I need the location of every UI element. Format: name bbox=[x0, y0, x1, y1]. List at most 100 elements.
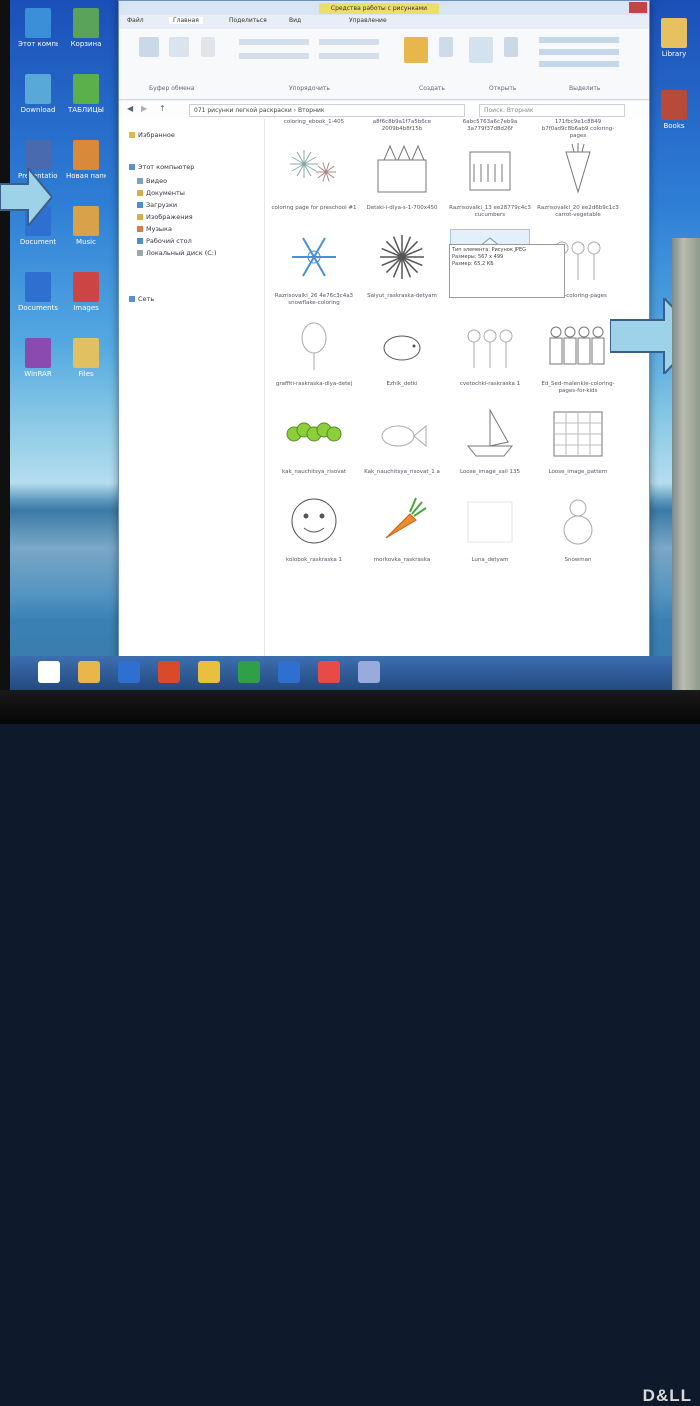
thumbnail-image bbox=[565, 143, 591, 194]
tab-home[interactable]: Главная bbox=[169, 17, 203, 24]
file-item[interactable]: 171fbc9e1c8849 b7f0ad9c8b6ab9 coloring-p… bbox=[535, 119, 621, 140]
file-item[interactable]: cvetochki-raskraska 1 bbox=[447, 317, 533, 388]
file-item[interactable]: Razrisovalki_20 ee2d6b9c1c3 carrot-veget… bbox=[535, 141, 621, 219]
taskbar-item[interactable] bbox=[318, 661, 340, 683]
desktop-icon[interactable]: Library bbox=[654, 18, 694, 70]
file-item[interactable]: Loose_image_sail 135 bbox=[447, 405, 533, 476]
taskbar-item[interactable] bbox=[78, 661, 100, 683]
select-none-button[interactable] bbox=[539, 49, 619, 55]
nav-item[interactable]: Загрузки bbox=[137, 201, 177, 209]
taskbar-item[interactable] bbox=[38, 661, 60, 683]
file-item[interactable]: a8f6c8b9a1f7a5b6ce 2009b4b8f15b bbox=[359, 119, 445, 133]
tab-manage[interactable]: Управление bbox=[349, 17, 387, 24]
back-icon[interactable]: ◀ bbox=[127, 104, 133, 113]
tab-file[interactable]: Файл bbox=[127, 17, 144, 24]
file-item[interactable]: coloring_ebook_1-405 bbox=[271, 119, 357, 126]
taskbar-item[interactable] bbox=[358, 661, 380, 683]
desktop-icon[interactable]: Новая папка bbox=[66, 140, 106, 192]
invert-selection-button[interactable] bbox=[539, 61, 619, 67]
thumbnail-image bbox=[549, 326, 605, 365]
copy-icon[interactable] bbox=[139, 37, 159, 57]
open-icon[interactable] bbox=[504, 37, 518, 57]
file-item[interactable]: Ezhik_detki bbox=[359, 317, 445, 388]
taskbar-item[interactable] bbox=[238, 661, 260, 683]
file-item[interactable]: Razrisovalki_13 ee28779c4c3 cucumbers bbox=[447, 141, 533, 219]
forward-icon[interactable]: ▶ bbox=[141, 104, 147, 113]
up-icon[interactable]: ↑ bbox=[159, 104, 166, 113]
desktop-icon[interactable]: Music bbox=[66, 206, 106, 258]
thumbnail-image bbox=[563, 499, 593, 545]
search-input[interactable]: Поиск: Вторник bbox=[479, 104, 625, 117]
nav-item[interactable]: Рабочий стол bbox=[137, 237, 192, 245]
nav-favorites[interactable]: Избранное bbox=[129, 131, 175, 139]
desktop-icon[interactable]: Documents bbox=[18, 272, 58, 324]
title-bar: Средства работы с рисунками bbox=[119, 1, 649, 15]
nav-item[interactable]: Документы bbox=[137, 189, 185, 197]
file-item[interactable]: Luna_detyam bbox=[447, 493, 533, 564]
desktop-icon-image bbox=[73, 206, 99, 236]
thumbnail-image bbox=[286, 422, 342, 442]
desktop-icon-image bbox=[73, 272, 99, 302]
tab-view[interactable]: Вид bbox=[289, 17, 301, 24]
desktop-icon[interactable]: Этот компьютер bbox=[18, 8, 58, 60]
paste-icon[interactable] bbox=[169, 37, 189, 57]
desktop-icon[interactable]: Корзина bbox=[66, 8, 106, 60]
nav-item[interactable]: Видео bbox=[137, 177, 167, 185]
address-input[interactable]: 071 рисунки легкой раскраски › Вторник bbox=[189, 104, 465, 117]
thumbnail-image bbox=[467, 501, 513, 543]
file-caption: kolobok_raskraska 1 bbox=[286, 557, 342, 563]
file-item[interactable]: 6abc5763a6c7eb9a 3a779f37d8d26f bbox=[447, 119, 533, 133]
file-list: coloring_ebook_1-405 a8f6c8b9a1f7a5b6ce 2… bbox=[265, 119, 649, 661]
file-item[interactable]: Detski-i-dlya-s-1-700x450 bbox=[359, 141, 445, 212]
desktop-icon[interactable]: WinRAR bbox=[18, 338, 58, 390]
taskbar-item[interactable] bbox=[278, 661, 300, 683]
group-organize: Упорядочить bbox=[289, 85, 330, 92]
file-item[interactable]: coloring page for preschool #1 bbox=[271, 141, 357, 212]
thumbnail-image bbox=[377, 144, 427, 193]
new-folder-icon[interactable] bbox=[404, 37, 428, 63]
desktop-icon-image bbox=[25, 74, 51, 104]
file-item[interactable]: morkovka_raskraska bbox=[359, 493, 445, 564]
move-button[interactable] bbox=[239, 39, 309, 45]
monitor-bezel-left bbox=[0, 0, 10, 724]
new-item-icon[interactable] bbox=[439, 37, 453, 57]
nav-network[interactable]: Сеть bbox=[129, 295, 154, 303]
desktop-icon[interactable]: Books bbox=[654, 90, 694, 142]
tab-share[interactable]: Поделиться bbox=[229, 17, 267, 24]
cut-icon[interactable] bbox=[201, 37, 215, 57]
file-item[interactable]: kak_nauchitsya_risovat bbox=[271, 405, 357, 476]
file-item[interactable]: Loose_image_pattern bbox=[535, 405, 621, 476]
delete-button[interactable] bbox=[319, 39, 379, 45]
thumbnail-image bbox=[291, 498, 337, 544]
desktop-icon[interactable]: Images bbox=[66, 272, 106, 324]
file-item[interactable]: graffiti-raskraska-dlya-detej bbox=[271, 317, 357, 388]
taskbar-item[interactable] bbox=[118, 661, 140, 683]
desktop-icon-label: Images bbox=[73, 304, 99, 312]
nav-this-pc[interactable]: Этот компьютер bbox=[129, 163, 194, 171]
file-tooltip: Тип элемента: Рисунок JPEG Размеры: 567 … bbox=[449, 244, 565, 298]
taskbar-item[interactable] bbox=[158, 661, 180, 683]
nav-item[interactable]: Музыка bbox=[137, 225, 172, 233]
file-caption: Snowman bbox=[564, 557, 592, 563]
desktop-icon[interactable]: ТАБЛИЦЫ bbox=[66, 74, 106, 126]
thumbnail-image bbox=[383, 335, 421, 361]
desktop-icon[interactable]: Download bbox=[18, 74, 58, 126]
rename-button[interactable] bbox=[319, 53, 379, 59]
file-item[interactable]: Snowman bbox=[535, 493, 621, 564]
file-item[interactable]: Salyut_raskraska-detyam bbox=[359, 229, 445, 300]
nav-item[interactable]: Изображения bbox=[137, 213, 193, 221]
close-button[interactable] bbox=[629, 2, 647, 13]
taskbar-item[interactable] bbox=[198, 661, 220, 683]
desktop-icon[interactable]: Files bbox=[66, 338, 106, 390]
file-item[interactable]: Ed_Sed-malenkie-coloring-pages-for-kids bbox=[535, 317, 621, 395]
desktop-icon-image bbox=[661, 18, 687, 48]
copy-to-button[interactable] bbox=[239, 53, 309, 59]
select-all-button[interactable] bbox=[539, 37, 619, 43]
desktop-icon-label: Library bbox=[661, 50, 687, 58]
nav-item[interactable]: Локальный диск (C:) bbox=[137, 249, 217, 257]
file-caption: Ezhik_detki bbox=[386, 381, 418, 387]
file-item[interactable]: Razrisovalki_26 4e76c3c4a3 snowflake-col… bbox=[271, 229, 357, 307]
file-item[interactable]: kolobok_raskraska 1 bbox=[271, 493, 357, 564]
properties-icon[interactable] bbox=[469, 37, 493, 63]
file-item[interactable]: Kak_nauchitsya_risovat_1 a bbox=[359, 405, 445, 476]
